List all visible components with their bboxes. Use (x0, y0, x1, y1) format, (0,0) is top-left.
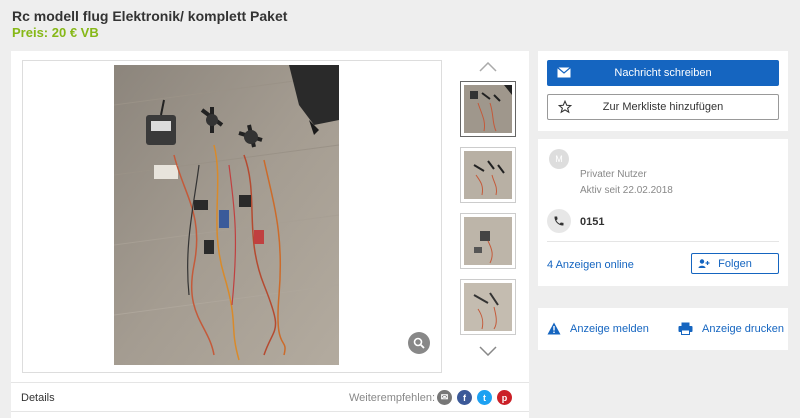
facebook-share-icon[interactable]: f (457, 390, 472, 405)
report-ad-label: Anzeige melden (570, 322, 649, 335)
thumbnail-4[interactable] (460, 279, 516, 335)
main-photo-frame[interactable] (22, 60, 442, 373)
seller-active-since: Aktiv seit 22.02.2018 (580, 185, 673, 196)
divider (547, 241, 779, 242)
details-label[interactable]: Details (21, 392, 55, 404)
warning-icon (547, 322, 561, 335)
add-to-watchlist-button[interactable]: Zur Merkliste hinzufügen (547, 94, 779, 120)
write-message-label: Nachricht schreiben (614, 67, 712, 79)
seller-type: Privater Nutzer (580, 169, 647, 180)
thumbnail-1[interactable] (460, 81, 516, 137)
actions-card: Anzeige melden Anzeige drucken (538, 308, 788, 350)
envelope-icon (557, 67, 571, 81)
email-share-icon[interactable]: ✉ (437, 390, 452, 405)
follow-label: Folgen (718, 257, 752, 270)
share-label: Weiterempfehlen: (349, 392, 436, 404)
thumbnails-up-icon[interactable] (478, 60, 498, 74)
printer-icon (678, 322, 693, 335)
phone-icon (547, 209, 571, 233)
watchlist-label: Zur Merkliste hinzufügen (602, 101, 724, 113)
follow-button[interactable]: Folgen (691, 253, 779, 274)
listing-title: Rc modell flug Elektronik/ komplett Pake… (12, 8, 288, 24)
add-user-icon (698, 258, 710, 273)
seller-card: M Privater Nutzer Aktiv seit 22.02.2018 … (538, 139, 788, 286)
details-bar: Details Weiterempfehlen: ✉ f t p (11, 382, 529, 412)
avatar: M (549, 149, 569, 169)
main-photo[interactable] (114, 65, 339, 365)
contact-card: Nachricht schreiben Zur Merkliste hinzuf… (538, 51, 788, 131)
zoom-icon[interactable] (408, 332, 430, 354)
seller-phone[interactable]: 0151 (580, 216, 604, 228)
pinterest-share-icon[interactable]: p (497, 390, 512, 405)
thumbnail-3[interactable] (460, 213, 516, 269)
gallery-card: Details Weiterempfehlen: ✉ f t p (11, 51, 529, 418)
star-icon (557, 99, 573, 117)
listing-price: Preis: 20 € VB (12, 25, 99, 40)
print-ad-link[interactable]: Anzeige drucken (678, 322, 784, 335)
print-ad-label: Anzeige drucken (702, 322, 784, 335)
thumbnail-2[interactable] (460, 147, 516, 203)
report-ad-link[interactable]: Anzeige melden (547, 322, 649, 335)
write-message-button[interactable]: Nachricht schreiben (547, 60, 779, 86)
thumbnails-down-icon[interactable] (478, 344, 498, 358)
seller-ads-link[interactable]: 4 Anzeigen online (547, 259, 634, 271)
twitter-share-icon[interactable]: t (477, 390, 492, 405)
